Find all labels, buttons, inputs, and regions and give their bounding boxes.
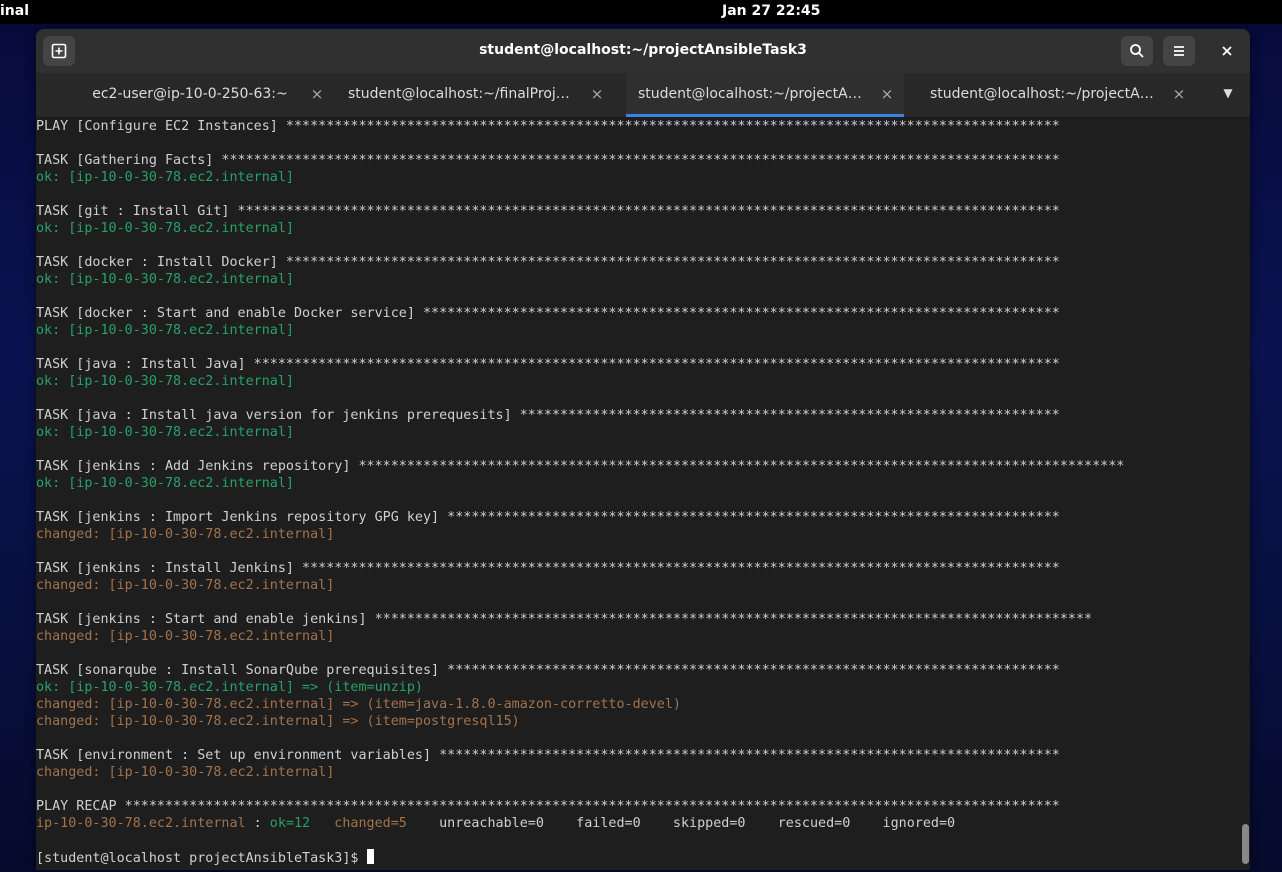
terminal-line: PLAY RECAP *****************************… [36, 799, 1060, 814]
task-result-ok: ok: [ip-10-0-30-78.ec2.internal] [36, 272, 294, 287]
terminal-line: TASK [sonarqube : Install SonarQube prer… [36, 663, 1060, 678]
prompt-text: [student@localhost projectAnsibleTask3]$ [36, 851, 367, 866]
terminal-line: TASK [java : Install Java] *************… [36, 357, 1060, 372]
scrollbar[interactable] [1239, 118, 1250, 870]
hamburger-menu-icon [1174, 46, 1184, 56]
text-cursor [366, 849, 374, 864]
task-result-changed: changed: [ip-10-0-30-78.ec2.internal] [36, 578, 335, 593]
main-menu-button[interactable] [1163, 36, 1195, 66]
close-icon [1222, 46, 1232, 56]
terminal-window: student@localhost:~/projectAnsibleTask3 … [36, 29, 1250, 870]
search-button[interactable] [1121, 36, 1153, 66]
recap-separator: : [245, 816, 270, 831]
close-tab-icon[interactable]: × [1170, 85, 1188, 103]
task-result-ok: ok: [ip-10-0-30-78.ec2.internal] => (ite… [36, 680, 423, 695]
terminal-line: TASK [jenkins : Import Jenkins repositor… [36, 510, 1060, 525]
terminal-line: TASK [environment : Set up environment v… [36, 748, 1060, 763]
task-result-ok: ok: [ip-10-0-30-78.ec2.internal] [36, 425, 294, 440]
terminal-line: PLAY [Configure EC2 Instances] *********… [36, 119, 1060, 134]
chevron-down-icon: ▼ [1223, 86, 1233, 100]
tab-label: student@localhost:~/finalProjec… [348, 86, 578, 102]
recap-ok-count: ok=12 [269, 816, 311, 831]
terminal-line: TASK [java : Install java version for je… [36, 408, 1060, 423]
task-result-changed: changed: [ip-10-0-30-78.ec2.internal] [36, 629, 335, 644]
close-tab-icon[interactable]: × [878, 85, 896, 103]
terminal-line: TASK [jenkins : Start and enable jenkins… [36, 612, 1093, 627]
task-result-changed: changed: [ip-10-0-30-78.ec2.internal] =>… [36, 697, 681, 712]
task-result-ok: ok: [ip-10-0-30-78.ec2.internal] [36, 476, 294, 491]
search-icon [1130, 44, 1144, 58]
terminal-line: TASK [git : Install Git] ***************… [36, 204, 1060, 219]
terminal-text: PLAY [Configure EC2 Instances] *********… [36, 118, 1124, 866]
close-window-button[interactable] [1211, 36, 1243, 66]
task-result-ok: ok: [ip-10-0-30-78.ec2.internal] [36, 323, 294, 338]
tab-project-ansible-active[interactable]: student@localhost:~/projectAnsi… × [626, 73, 904, 117]
top-bar: inal Jan 27 22:45 [0, 0, 1282, 24]
scrollbar-thumb[interactable] [1242, 824, 1249, 864]
task-result-changed: changed: [ip-10-0-30-78.ec2.internal] =>… [36, 714, 520, 729]
shell-prompt[interactable]: [student@localhost projectAnsibleTask3]$ [36, 849, 1124, 866]
tab-bar: ec2-user@ip-10-0-250-63:~ × student@loca… [36, 73, 1250, 118]
task-result-ok: ok: [ip-10-0-30-78.ec2.internal] [36, 374, 294, 389]
tab-project-ansible-2[interactable]: student@localhost:~/projectAnsi… × [918, 73, 1196, 117]
terminal-line: TASK [docker : Start and enable Docker s… [36, 306, 1060, 321]
clock[interactable]: Jan 27 22:45 [722, 3, 820, 19]
terminal-line: TASK [docker : Install Docker] *********… [36, 255, 1060, 270]
tab-label: ec2-user@ip-10-0-250-63:~ [92, 86, 288, 102]
close-tab-icon[interactable]: × [308, 85, 326, 103]
close-tab-icon[interactable]: × [588, 85, 606, 103]
task-result-changed: changed: [ip-10-0-30-78.ec2.internal] [36, 527, 335, 542]
recap-other-counts: unreachable=0 failed=0 skipped=0 rescued… [406, 816, 956, 831]
terminal-line: TASK [Gathering Facts] *****************… [36, 153, 1060, 168]
header-bar: student@localhost:~/projectAnsibleTask3 [36, 29, 1250, 73]
tab-final-project[interactable]: student@localhost:~/finalProjec… × [336, 73, 614, 117]
terminal-output[interactable]: PLAY [Configure EC2 Instances] *********… [36, 118, 1236, 870]
play-recap-summary: ip-10-0-30-78.ec2.internal : ok=12 chang… [36, 815, 1124, 832]
task-result-ok: ok: [ip-10-0-30-78.ec2.internal] [36, 170, 294, 185]
terminal-line: TASK [jenkins : Install Jenkins] *******… [36, 561, 1060, 576]
task-result-changed: changed: [ip-10-0-30-78.ec2.internal] [36, 765, 335, 780]
window-title: student@localhost:~/projectAnsibleTask3 [479, 42, 807, 58]
tab-ec2-user[interactable]: ec2-user@ip-10-0-250-63:~ × [56, 73, 334, 117]
tab-label: student@localhost:~/projectAnsi… [930, 86, 1160, 102]
tab-label: student@localhost:~/projectAnsi… [638, 86, 868, 102]
tab-list-dropdown[interactable]: ▼ [1216, 86, 1240, 104]
recap-changed-count: changed=5 [310, 816, 407, 831]
terminal-line: TASK [jenkins : Add Jenkins repository] … [36, 459, 1125, 474]
task-result-ok: ok: [ip-10-0-30-78.ec2.internal] [36, 221, 294, 236]
activities-app-name[interactable]: inal [0, 3, 29, 19]
recap-host: ip-10-0-30-78.ec2.internal [36, 816, 246, 831]
